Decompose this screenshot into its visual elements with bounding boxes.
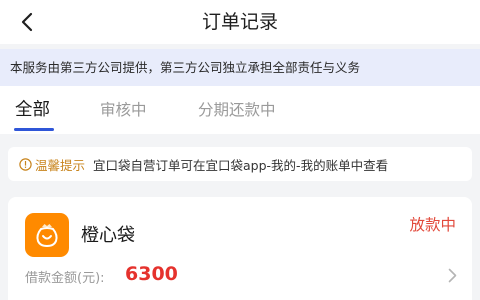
money-bag-icon [25, 213, 69, 257]
loan-product-name: 橙心袋 [81, 225, 135, 246]
chevron-right-icon [448, 268, 456, 282]
tip-banner: 温馨提示 宜口袋自营订单可在宜口袋app-我的-我的账单中查看 [8, 147, 472, 181]
order-detail-arrow[interactable] [446, 267, 458, 283]
tip-label: 温馨提示 [35, 157, 86, 173]
tab-under-review[interactable]: 审核中 [100, 86, 147, 134]
tab-installment-repaying[interactable]: 分期还款中 [198, 86, 276, 134]
order-card[interactable]: 橙心袋 放款中 借款金额(元): 6300 [8, 197, 472, 300]
tip-text: 宜口袋自营订单可在宜口袋app-我的-我的账单中查看 [93, 157, 389, 173]
info-circle-icon [18, 157, 32, 171]
service-notice: 本服务由第三方公司提供，第三方公司独立承担全部责任与义务 [0, 49, 480, 86]
header-bar: 订单记录 [0, 0, 480, 44]
loan-amount-label: 借款金额(元): [25, 271, 105, 286]
active-tab-indicator [14, 128, 54, 131]
order-status: 放款中 [409, 216, 456, 234]
loan-amount-value: 6300 [125, 263, 178, 285]
tab-bar: 全部 审核中 分期还款中 [0, 86, 480, 134]
tab-all[interactable]: 全部 [15, 86, 50, 134]
page-title: 订单记录 [201, 11, 278, 33]
